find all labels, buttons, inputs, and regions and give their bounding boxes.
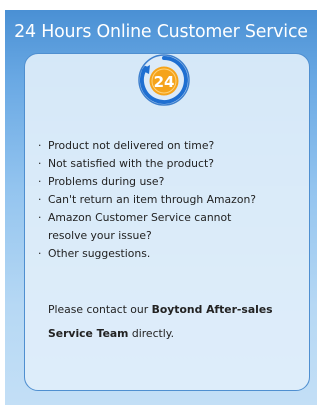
list-item: · Can't return an item through Amazon? [38,193,257,206]
list-item: · Problems during use? [38,175,165,188]
badge-number: 24 [154,73,175,91]
list-item: · Amazon Customer Service cannot resolve … [38,211,232,242]
panel-title: 24 Hours Online Customer Service [14,22,308,42]
contact-message: Please contact our Boytond After-sales S… [48,303,273,340]
24-hours-icon: 24 [138,54,190,106]
list-item: · Not satisfied with the product? [38,157,214,170]
issue-list: · Product not delivered on time? · Not sat… [38,137,303,263]
list-item: · Product not delivered on time? [38,139,215,152]
list-item: · Other suggestions. [38,247,151,260]
